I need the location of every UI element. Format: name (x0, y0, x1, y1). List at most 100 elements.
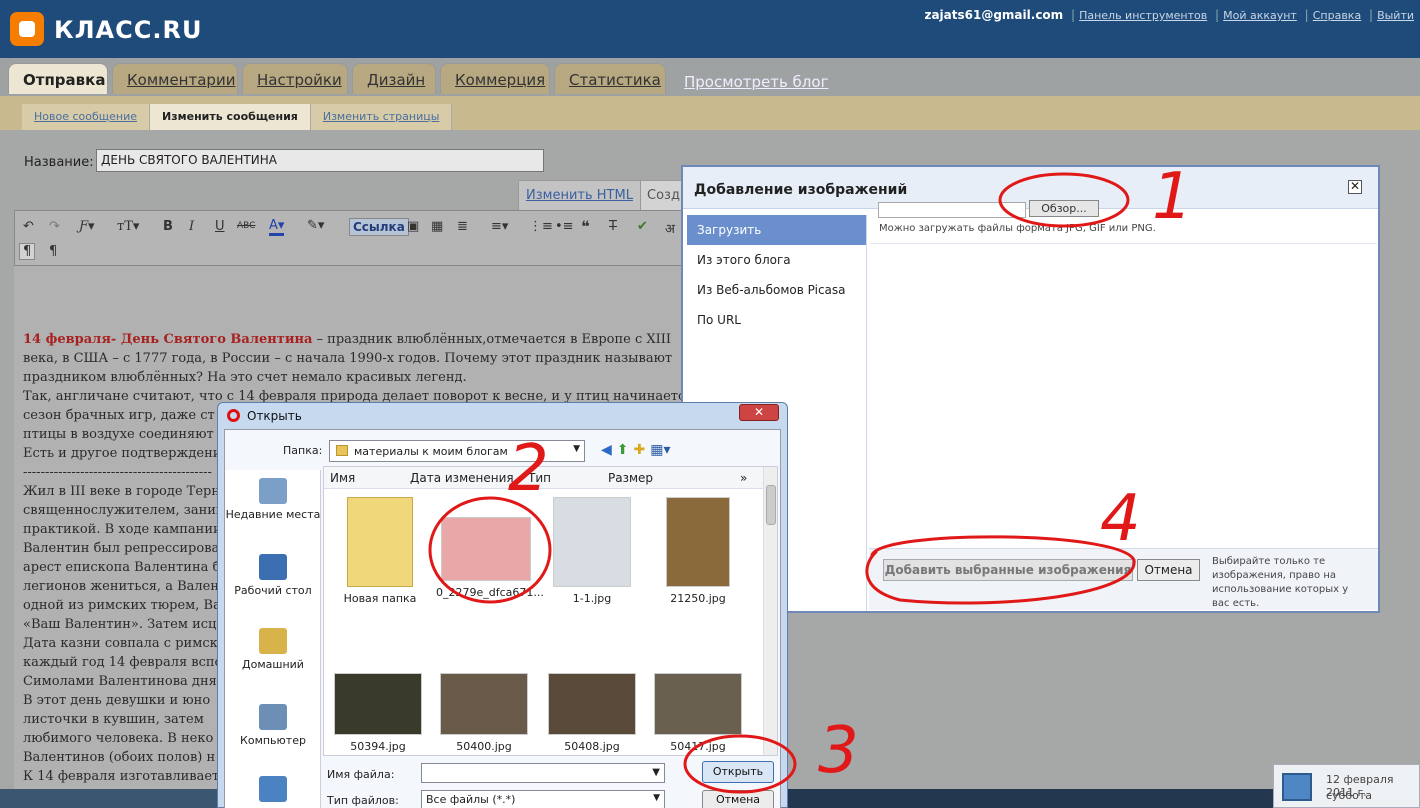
open-dialog-title: Открыть (247, 409, 302, 423)
text-color-icon[interactable]: A▾ (269, 218, 285, 236)
file-item[interactable]: 50394.jpg (328, 673, 428, 753)
source-upload[interactable]: Загрузить (687, 215, 866, 245)
file-item[interactable]: 0_2279e_dfca671... (436, 497, 544, 599)
up-folder-icon[interactable]: ⬆ (617, 442, 629, 458)
blog-brand[interactable]: КЛАСС.RU (54, 16, 202, 44)
add-selected-images-button[interactable]: Добавить выбранные изображения (883, 559, 1133, 581)
font-family-icon[interactable]: Ƒ▾ (79, 219, 95, 234)
edit-html-tab[interactable]: Изменить HTML (518, 180, 641, 210)
link-button[interactable]: Ссылка (349, 218, 409, 236)
quote-icon[interactable]: ❝ (581, 217, 590, 236)
file-item[interactable]: 1-1.jpg (542, 497, 642, 605)
file-open-dialog: Открыть ✕ Папка: материалы к моим блогам… (217, 402, 788, 808)
col-type[interactable]: Тип (528, 471, 551, 485)
post-title-label: Название: (24, 155, 94, 170)
image-thumbnail (334, 673, 422, 735)
dialog-title: Добавление изображений (694, 182, 908, 198)
more-columns-icon[interactable]: » (740, 471, 747, 485)
post-title-input[interactable]: ДЕНЬ СВЯТОГО ВАЛЕНТИНА (96, 149, 544, 172)
highlight-icon[interactable]: ✎▾ (307, 218, 324, 233)
file-item[interactable]: 50400.jpg (434, 673, 534, 753)
close-icon[interactable]: ✕ (739, 404, 779, 421)
ltr-icon[interactable]: ¶ (19, 243, 36, 260)
source-url[interactable]: По URL (687, 305, 866, 335)
view-menu-icon[interactable]: ▦▾ (650, 442, 670, 458)
new-folder-icon[interactable]: ✚ (634, 442, 646, 458)
sign-out-link[interactable]: Выйти (1377, 9, 1414, 22)
folder-icon (336, 445, 348, 456)
place-network[interactable] (225, 776, 321, 806)
subtab-edit-pages[interactable]: Изменить страницы (311, 104, 453, 130)
scrollbar[interactable] (763, 467, 777, 755)
col-date[interactable]: Дата изменения (410, 471, 514, 485)
place-recent[interactable]: Недавние места (225, 478, 321, 521)
align-icon[interactable]: ≡▾ (491, 219, 508, 234)
opera-icon (227, 409, 240, 422)
clock-day: суббота (1326, 789, 1373, 802)
filename-input[interactable]: ▼ (421, 763, 665, 783)
tab-posting[interactable]: Отправка (8, 63, 108, 94)
folder-label: Папка: (283, 444, 323, 457)
redo-icon[interactable]: ↷ (49, 219, 60, 234)
underline-icon[interactable]: U (215, 219, 225, 234)
text-line: праздником влюблённых? На это счет немал… (23, 370, 467, 385)
filetype-select[interactable]: Все файлы (*.*) ▼ (421, 790, 665, 808)
tab-monetize[interactable]: Коммерция (440, 63, 550, 94)
blogger-header: КЛАСС.RU zajats61@gmail.com | Панель инст… (0, 0, 1420, 58)
editor-toolbar: ↶ ↷ Ƒ▾ тT▾ B I U ABC A▾ ✎▾ Ссылка ▣ ▦ ≣ … (14, 210, 684, 266)
open-button[interactable]: Открыть (702, 761, 774, 783)
place-home[interactable]: Домашний (225, 628, 321, 671)
view-blog-link[interactable]: Просмотреть блог (684, 73, 828, 91)
filetype-label: Тип файлов: (327, 794, 399, 807)
col-size[interactable]: Размер (608, 471, 653, 485)
help-link[interactable]: Справка (1313, 9, 1361, 22)
source-picasa[interactable]: Из Веб-альбомов Picasa (687, 275, 866, 305)
bullet-list-icon[interactable]: •≡ (555, 219, 574, 234)
cancel-button[interactable]: Отмена (702, 790, 774, 808)
video-icon[interactable]: ▦ (431, 219, 443, 234)
rights-note: Выбирайте только те изображения, право н… (1212, 556, 1349, 609)
tab-comments[interactable]: Комментарии (112, 63, 238, 94)
cancel-button[interactable]: Отмена (1137, 559, 1200, 581)
chevron-down-icon: ▼ (653, 793, 660, 803)
back-icon[interactable]: ◀ (601, 442, 612, 458)
source-this-blog[interactable]: Из этого блога (687, 245, 866, 275)
tab-settings[interactable]: Настройки (242, 63, 348, 94)
file-item[interactable]: Новая папка (330, 497, 430, 605)
subtab-new-post[interactable]: Новое сообщение (22, 104, 151, 130)
folder-select[interactable]: материалы к моим блогам ▼ (329, 440, 585, 462)
place-desktop[interactable]: Рабочий стол (225, 554, 321, 597)
file-item[interactable]: 50417.jpg (648, 673, 748, 753)
scroll-thumb[interactable] (766, 485, 776, 525)
close-icon[interactable]: ✕ (1348, 180, 1362, 194)
jump-break-icon[interactable]: ≣ (457, 219, 468, 234)
image-icon[interactable]: ▣ (407, 219, 419, 234)
file-list[interactable]: Имя Дата изменения Тип Размер » Новая па… (323, 466, 778, 756)
numbered-list-icon[interactable]: ⋮≡ (529, 219, 553, 234)
remove-format-icon[interactable]: T (609, 219, 617, 234)
browse-button[interactable]: Обзор... (1029, 200, 1099, 217)
transliterate-icon[interactable]: अ (665, 219, 675, 237)
subtab-edit-posts[interactable]: Изменить сообщения (150, 104, 311, 130)
file-item[interactable]: 50408.jpg (542, 673, 642, 753)
dashboard-link[interactable]: Панель инструментов (1079, 9, 1207, 22)
undo-icon[interactable]: ↶ (23, 219, 34, 234)
folder-name: материалы к моим блогам (354, 445, 508, 458)
font-size-icon[interactable]: тT▾ (117, 219, 139, 234)
blogger-logo-icon[interactable] (10, 12, 44, 46)
bold-icon[interactable]: B (163, 219, 173, 234)
file-path-field[interactable] (878, 202, 1026, 218)
image-thumbnail (553, 497, 631, 587)
rtl-icon[interactable]: ¶ (49, 244, 57, 259)
my-account-link[interactable]: Мой аккаунт (1223, 9, 1297, 22)
italic-icon[interactable]: I (189, 219, 194, 234)
compose-tab[interactable]: Созд (640, 180, 687, 210)
col-name[interactable]: Имя (330, 471, 355, 485)
strikethrough-icon[interactable]: ABC (237, 221, 255, 231)
spellcheck-icon[interactable]: ✔ (637, 219, 648, 234)
system-clock[interactable]: 12 февраля 2011 г. суббота (1273, 764, 1420, 808)
file-item[interactable]: 21250.jpg (648, 497, 748, 605)
tab-design[interactable]: Дизайн (352, 63, 436, 94)
place-computer[interactable]: Компьютер (225, 704, 321, 747)
tab-stats[interactable]: Статистика (554, 63, 666, 94)
